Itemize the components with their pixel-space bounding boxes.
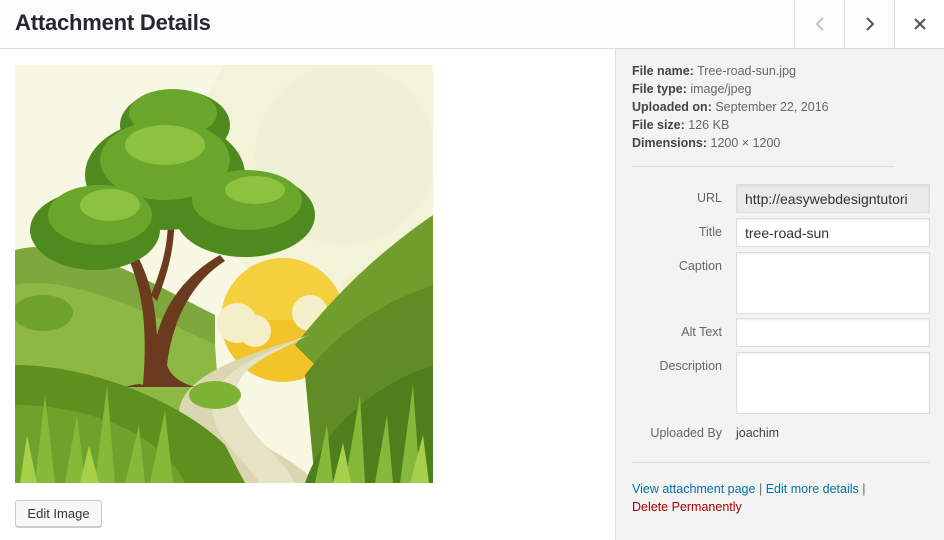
attachment-actions: View attachment page | Edit more details… xyxy=(632,480,932,516)
file-type-label: File type: xyxy=(632,82,687,96)
attachment-details-sidebar: File name: Tree-road-sun.jpg File type: … xyxy=(615,49,944,540)
edit-more-details-link[interactable]: Edit more details xyxy=(766,482,859,496)
modal-title: Attachment Details xyxy=(15,10,211,35)
title-label: Title xyxy=(698,225,722,239)
uploaded-by-value: joachim xyxy=(736,426,780,440)
divider xyxy=(632,462,930,463)
caption-label: Caption xyxy=(678,259,722,273)
close-icon xyxy=(913,18,926,30)
title-input[interactable] xyxy=(736,218,930,247)
close-button[interactable] xyxy=(894,0,944,48)
dimensions-value: 1200 × 1200 xyxy=(710,136,781,150)
uploaded-on-value: September 22, 2016 xyxy=(715,100,829,114)
description-label: Description xyxy=(659,359,722,373)
separator: | xyxy=(758,482,763,496)
alt-text-label: Alt Text xyxy=(681,325,722,339)
edit-image-button[interactable]: Edit Image xyxy=(15,500,102,527)
file-info: File name: Tree-road-sun.jpg File type: … xyxy=(632,62,829,152)
file-name-row: File name: Tree-road-sun.jpg xyxy=(632,62,829,80)
attachment-media-view: Edit Image xyxy=(0,49,615,540)
description-textarea[interactable] xyxy=(736,352,930,414)
file-size-label: File size: xyxy=(632,118,685,132)
dimensions-label: Dimensions: xyxy=(632,136,708,150)
previous-button[interactable] xyxy=(794,0,844,48)
uploaded-by-label: Uploaded By xyxy=(650,426,722,440)
chevron-left-icon xyxy=(815,17,824,31)
url-label: URL xyxy=(696,191,722,205)
attachment-image xyxy=(15,65,433,483)
alt-text-input[interactable] xyxy=(736,318,930,347)
file-name-value: Tree-road-sun.jpg xyxy=(697,64,796,78)
delete-permanently-link[interactable]: Delete Permanently xyxy=(632,500,742,514)
chevron-right-icon xyxy=(865,17,874,31)
file-size-row: File size: 126 KB xyxy=(632,116,829,134)
modal-header: Attachment Details xyxy=(0,0,944,49)
view-attachment-page-link[interactable]: View attachment page xyxy=(632,482,755,496)
dimensions-row: Dimensions: 1200 × 1200 xyxy=(632,134,829,152)
url-input[interactable] xyxy=(736,184,930,213)
uploaded-on-row: Uploaded on: September 22, 2016 xyxy=(632,98,829,116)
file-type-value: image/jpeg xyxy=(690,82,752,96)
separator: | xyxy=(862,482,866,496)
caption-textarea[interactable] xyxy=(736,252,930,314)
file-name-label: File name: xyxy=(632,64,694,78)
file-size-value: 126 KB xyxy=(688,118,730,132)
file-type-row: File type: image/jpeg xyxy=(632,80,829,98)
divider xyxy=(632,166,894,167)
next-button[interactable] xyxy=(844,0,894,48)
uploaded-on-label: Uploaded on: xyxy=(632,100,712,114)
tree-road-sun-illustration xyxy=(15,65,433,483)
